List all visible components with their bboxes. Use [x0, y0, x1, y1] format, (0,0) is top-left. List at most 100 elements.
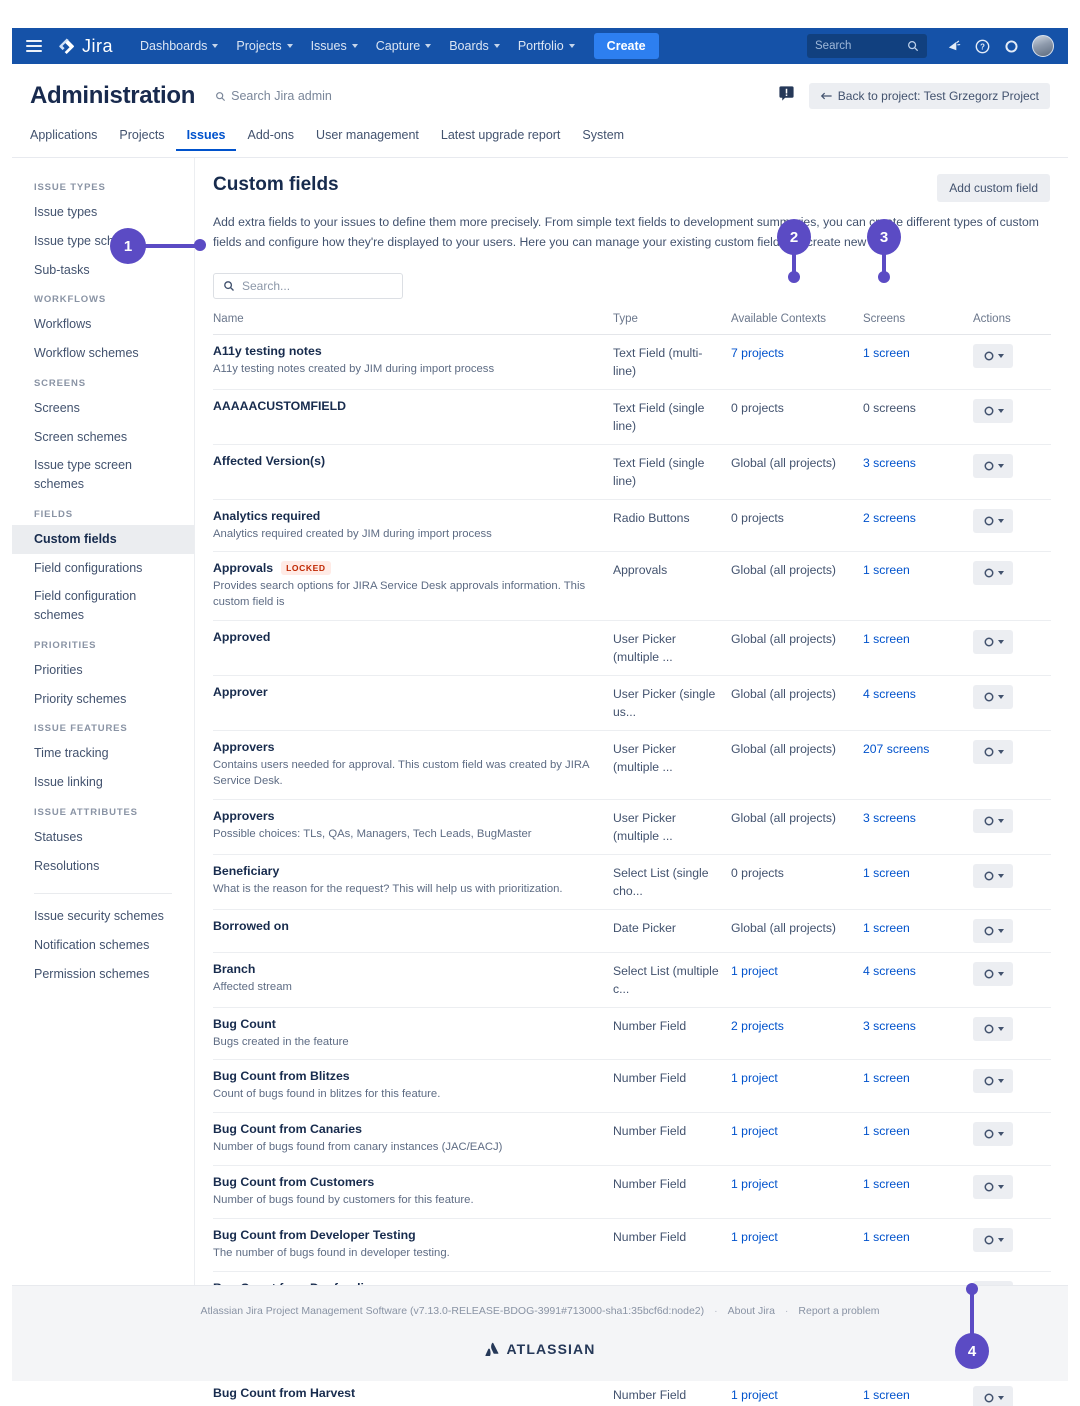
- create-button[interactable]: Create: [593, 33, 659, 59]
- row-actions-button[interactable]: [973, 739, 1013, 764]
- row-actions-button[interactable]: [973, 1122, 1013, 1147]
- field-name-link[interactable]: Approvers: [213, 740, 275, 754]
- available-contexts-value[interactable]: 1 project: [731, 1071, 778, 1085]
- screens-value[interactable]: 4 screens: [863, 687, 916, 701]
- field-name-link[interactable]: Bug Count from Harvest: [213, 1386, 355, 1400]
- admin-search[interactable]: Search Jira admin: [215, 89, 332, 103]
- available-contexts-value[interactable]: 1 project: [731, 1124, 778, 1138]
- sidebar-item-screens[interactable]: Screens: [12, 394, 194, 423]
- tab-system[interactable]: System: [571, 128, 635, 151]
- screens-value[interactable]: 1 screen: [863, 1388, 910, 1402]
- row-actions-button[interactable]: [973, 398, 1013, 423]
- add-custom-field-button[interactable]: Add custom field: [937, 174, 1050, 202]
- nav-item-boards[interactable]: Boards: [440, 33, 509, 59]
- row-actions-button[interactable]: [973, 1227, 1013, 1252]
- available-contexts-value[interactable]: 1 project: [731, 964, 778, 978]
- nav-item-dashboards[interactable]: Dashboards: [131, 33, 227, 59]
- sidebar-item-issue-linking[interactable]: Issue linking: [12, 768, 194, 797]
- sidebar-item-issue-types[interactable]: Issue types: [12, 198, 194, 227]
- sidebar-item-sub-tasks[interactable]: Sub-tasks: [12, 256, 194, 285]
- nav-item-capture[interactable]: Capture: [367, 33, 440, 59]
- field-name-link[interactable]: Bug Count from Blitzes: [213, 1069, 350, 1083]
- available-contexts-value[interactable]: 7 projects: [731, 346, 784, 360]
- nav-item-portfolio[interactable]: Portfolio: [509, 33, 584, 59]
- row-actions-button[interactable]: [973, 863, 1013, 888]
- row-actions-button[interactable]: [973, 561, 1013, 586]
- screens-value[interactable]: 1 screen: [863, 1230, 910, 1244]
- user-avatar[interactable]: [1032, 35, 1054, 57]
- available-contexts-value[interactable]: 1 project: [731, 1230, 778, 1244]
- sidebar-item-issue-type-screen-schemes[interactable]: Issue type screen schemes: [12, 451, 194, 499]
- global-search-box[interactable]: [807, 34, 927, 58]
- screens-value[interactable]: 1 screen: [863, 1071, 910, 1085]
- screens-value[interactable]: 1 screen: [863, 1124, 910, 1138]
- sidebar-item-statuses[interactable]: Statuses: [12, 823, 194, 852]
- row-actions-button[interactable]: [973, 1386, 1013, 1406]
- back-to-project-button[interactable]: Back to project: Test Grzegorz Project: [808, 83, 1050, 109]
- tab-projects[interactable]: Projects: [108, 128, 175, 151]
- screens-value[interactable]: 1 screen: [863, 921, 910, 935]
- screens-value[interactable]: 207 screens: [863, 742, 929, 756]
- hamburger-icon[interactable]: [26, 40, 42, 52]
- field-name-link[interactable]: Affected Version(s): [213, 454, 325, 468]
- screens-value[interactable]: 1 screen: [863, 866, 910, 880]
- sidebar-item-notification-schemes[interactable]: Notification schemes: [12, 931, 194, 960]
- sidebar-item-workflow-schemes[interactable]: Workflow schemes: [12, 339, 194, 368]
- field-name-link[interactable]: Bug Count: [213, 1017, 276, 1031]
- sidebar-item-workflows[interactable]: Workflows: [12, 310, 194, 339]
- sidebar-item-priority-schemes[interactable]: Priority schemes: [12, 685, 194, 714]
- field-name-link[interactable]: Analytics required: [213, 509, 320, 523]
- row-actions-button[interactable]: [973, 1016, 1013, 1041]
- tab-add-ons[interactable]: Add-ons: [236, 128, 305, 151]
- row-actions-button[interactable]: [973, 684, 1013, 709]
- sidebar-item-field-configurations[interactable]: Field configurations: [12, 554, 194, 583]
- screens-value[interactable]: 1 screen: [863, 1177, 910, 1191]
- report-problem-link[interactable]: Report a problem: [798, 1305, 879, 1317]
- global-search-input[interactable]: [815, 40, 907, 52]
- row-actions-button[interactable]: [973, 808, 1013, 833]
- row-actions-button[interactable]: [973, 1175, 1013, 1200]
- help-icon[interactable]: ?: [969, 33, 995, 59]
- available-contexts-value[interactable]: 1 project: [731, 1177, 778, 1191]
- field-name-link[interactable]: Branch: [213, 962, 255, 976]
- row-actions-button[interactable]: [973, 961, 1013, 986]
- tab-latest-upgrade-report[interactable]: Latest upgrade report: [430, 128, 572, 151]
- custom-field-search-input[interactable]: [242, 278, 382, 293]
- row-actions-button[interactable]: [973, 918, 1013, 943]
- screens-value[interactable]: 4 screens: [863, 964, 916, 978]
- field-name-link[interactable]: Beneficiary: [213, 864, 279, 878]
- sidebar-item-issue-security-schemes[interactable]: Issue security schemes: [12, 902, 194, 931]
- field-name-link[interactable]: Approved: [213, 630, 270, 644]
- custom-field-search-box[interactable]: [213, 272, 403, 299]
- sidebar-item-screen-schemes[interactable]: Screen schemes: [12, 423, 194, 452]
- row-actions-button[interactable]: [973, 508, 1013, 533]
- notifications-icon[interactable]: [940, 33, 966, 59]
- field-name-link[interactable]: Bug Count from Customers: [213, 1175, 374, 1189]
- field-name-link[interactable]: Approvals: [213, 561, 273, 575]
- nav-item-projects[interactable]: Projects: [227, 33, 301, 59]
- tab-applications[interactable]: Applications: [30, 128, 108, 151]
- field-name-link[interactable]: AAAAACUSTOMFIELD: [213, 399, 346, 413]
- available-contexts-value[interactable]: 2 projects: [731, 1019, 784, 1033]
- screens-value[interactable]: 2 screens: [863, 511, 916, 525]
- feedback-icon[interactable]: [778, 85, 795, 107]
- screens-value[interactable]: 1 screen: [863, 563, 910, 577]
- jira-logo[interactable]: Jira: [58, 36, 113, 57]
- tab-issues[interactable]: Issues: [176, 128, 237, 151]
- sidebar-item-custom-fields[interactable]: Custom fields: [12, 524, 194, 554]
- row-actions-button[interactable]: [973, 629, 1013, 654]
- sidebar-item-permission-schemes[interactable]: Permission schemes: [12, 960, 194, 989]
- sidebar-item-issue-type-schemes[interactable]: Issue type schemes: [12, 227, 194, 256]
- field-name-link[interactable]: Approvers: [213, 809, 275, 823]
- row-actions-button[interactable]: [973, 453, 1013, 478]
- field-name-link[interactable]: Bug Count from Canaries: [213, 1122, 362, 1136]
- sidebar-item-priorities[interactable]: Priorities: [12, 656, 194, 685]
- tab-user-management[interactable]: User management: [305, 128, 430, 151]
- row-actions-button[interactable]: [973, 1069, 1013, 1094]
- sidebar-item-field-configuration-schemes[interactable]: Field configuration schemes: [12, 582, 194, 630]
- screens-value[interactable]: 1 screen: [863, 632, 910, 646]
- screens-value[interactable]: 3 screens: [863, 811, 916, 825]
- row-actions-button[interactable]: [973, 343, 1013, 368]
- settings-gear-icon[interactable]: [998, 33, 1024, 59]
- screens-value[interactable]: 3 screens: [863, 1019, 916, 1033]
